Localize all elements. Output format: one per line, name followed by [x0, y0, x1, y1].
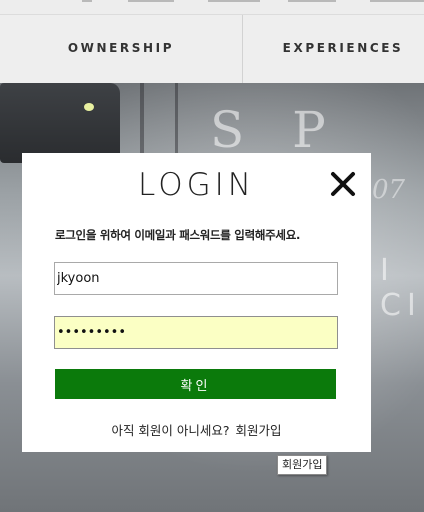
- close-button[interactable]: [329, 170, 357, 198]
- top-nav-strip: [0, 0, 424, 14]
- close-icon: [331, 172, 355, 196]
- signup-prompt: 아직 회원이 아니세요?: [111, 423, 230, 438]
- login-modal: LOGIN 로그인을 위하여 이메일과 패스워드를 입력해주세요. 확인 아직 …: [22, 153, 371, 452]
- modal-title: LOGIN: [138, 167, 255, 203]
- signup-link[interactable]: 회원가입: [236, 423, 282, 438]
- login-instruction: 로그인을 위하여 이메일과 패스워드를 입력해주세요.: [55, 228, 301, 242]
- email-field[interactable]: [54, 262, 338, 295]
- vehicle-image: [0, 83, 120, 163]
- signup-row: 아직 회원이 아니세요? 회원가입: [22, 420, 371, 439]
- hero-italic-text: 07: [372, 175, 406, 205]
- nav-item-experiences[interactable]: EXPERIENCES: [243, 15, 424, 84]
- password-field[interactable]: [54, 316, 338, 349]
- hero-subline: I CI: [380, 253, 422, 323]
- confirm-button[interactable]: 확인: [55, 369, 336, 399]
- signup-tooltip: 회원가입: [277, 455, 328, 475]
- nav-item-ownership[interactable]: OWNERSHIP: [0, 15, 243, 84]
- main-nav: OWNERSHIP EXPERIENCES: [0, 14, 424, 84]
